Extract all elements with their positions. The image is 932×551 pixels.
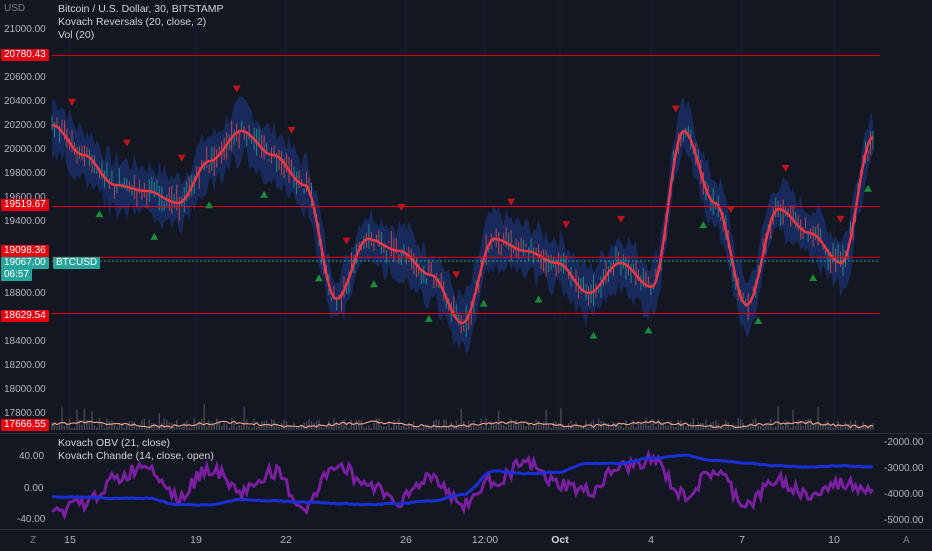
price-axis-tick: 19400.00 — [4, 216, 46, 227]
price-axis-tick: 18000.00 — [4, 384, 46, 395]
time-tick-4: 4 — [648, 534, 654, 546]
price-label-19519: 19519.67 — [1, 199, 49, 211]
reversal-down-arrow — [616, 215, 625, 223]
price-label-19098: 19098.36 — [1, 245, 49, 257]
price-axis-tick: 19800.00 — [4, 168, 46, 179]
time-tick-10: 10 — [828, 534, 840, 546]
volume-ma-line — [51, 420, 874, 429]
symbol-tag: BTCUSD — [53, 257, 101, 269]
reversal-down-arrow — [507, 198, 516, 206]
reversal-up-arrow — [589, 331, 598, 339]
reversal-down-arrow — [671, 105, 680, 113]
reversal-down-arrow — [232, 85, 241, 93]
legend-symbol[interactable]: Bitcoin / U.S. Dollar, 30, BITSTAMP — [58, 3, 224, 15]
reversal-up-arrow — [205, 201, 214, 209]
legend-volume[interactable]: Vol (20) — [58, 29, 94, 41]
reversal-up-arrow — [479, 299, 488, 307]
right-tick-4000: -4000.00 — [884, 489, 924, 500]
reversal-down-arrow — [287, 126, 296, 134]
price-pane[interactable]: 21000.00 20600.00 20400.00 20200.00 20000.00… — [0, 0, 932, 433]
price-label-countdown: 06:57 — [1, 269, 33, 281]
reversal-down-arrow — [342, 237, 351, 245]
reversal-down-arrow — [122, 139, 131, 147]
reversal-up-arrow — [424, 314, 433, 322]
price-axis-tick: 20000.00 — [4, 144, 46, 155]
reversal-down-arrow — [562, 221, 571, 229]
reversal-up-arrow — [150, 232, 159, 240]
right-tick-2000: -2000.00 — [884, 437, 924, 448]
reversal-down-arrow — [781, 164, 790, 172]
kovach-band — [52, 96, 873, 354]
reversal-up-arrow — [699, 221, 708, 229]
time-axis[interactable]: Z 15 19 22 26 12:00 Oct 4 7 10 A — [0, 529, 932, 551]
price-axis-tick: 18200.00 — [4, 360, 46, 371]
auto-scale-icon[interactable]: A — [903, 535, 910, 546]
reversal-up-arrow — [534, 295, 543, 303]
price-label-current: 19067.00 — [1, 257, 49, 269]
legend-kovach-obv[interactable]: Kovach OBV (21, close) — [58, 437, 170, 449]
reversal-down-arrow — [397, 204, 406, 212]
left-tick-0: 0.00 — [24, 483, 44, 494]
left-tick-40: 40.00 — [19, 451, 45, 462]
time-tick-oct: Oct — [551, 534, 569, 546]
price-axis-tick: 20400.00 — [4, 96, 46, 107]
reversal-up-arrow — [864, 184, 873, 192]
left-tick-minus40: -40.00 — [17, 514, 46, 525]
price-axis-tick: 18800.00 — [4, 288, 46, 299]
time-tick-1200: 12:00 — [471, 534, 499, 546]
reversal-down-arrow — [177, 154, 186, 162]
price-axis-tick: 18400.00 — [4, 336, 46, 347]
price-axis-tick: 21000.00 — [4, 24, 46, 35]
legend-kovach-reversals[interactable]: Kovach Reversals (20, close, 2) — [58, 16, 206, 28]
reversal-down-arrow — [452, 271, 461, 279]
time-tick-19: 19 — [190, 534, 202, 546]
reversal-up-arrow — [369, 280, 378, 288]
time-tick-7: 7 — [739, 534, 745, 546]
price-axis-tick: 20600.00 — [4, 72, 46, 83]
price-axis-tick: 17800.00 — [4, 408, 46, 419]
currency-label: USD — [4, 3, 26, 14]
reversal-up-arrow — [260, 190, 269, 198]
time-tick-22: 22 — [280, 534, 292, 546]
time-tick-15: 15 — [64, 534, 76, 546]
zoom-reset-icon[interactable]: Z — [30, 535, 36, 546]
right-tick-5000: -5000.00 — [884, 515, 924, 526]
reversal-down-arrow — [836, 215, 845, 223]
reversal-down-arrow — [67, 98, 76, 106]
legend-kovach-chande[interactable]: Kovach Chande (14, close, open) — [58, 450, 214, 462]
price-label-17666: 17666.55 — [1, 419, 49, 431]
price-chart[interactable]: 21000.00 20600.00 20400.00 20200.00 20000.00… — [0, 0, 932, 433]
right-tick-3000: -3000.00 — [884, 463, 924, 474]
price-axis-tick: 20200.00 — [4, 120, 46, 131]
oscillator-pane[interactable]: Kovach OBV (21, close) Kovach Chande (14… — [0, 433, 932, 530]
reversal-up-arrow — [809, 273, 818, 281]
reversal-up-arrow — [95, 210, 104, 218]
time-tick-26: 26 — [400, 534, 412, 546]
price-label-18629: 18629.54 — [1, 310, 49, 322]
price-label-20780: 20780.43 — [1, 49, 49, 61]
